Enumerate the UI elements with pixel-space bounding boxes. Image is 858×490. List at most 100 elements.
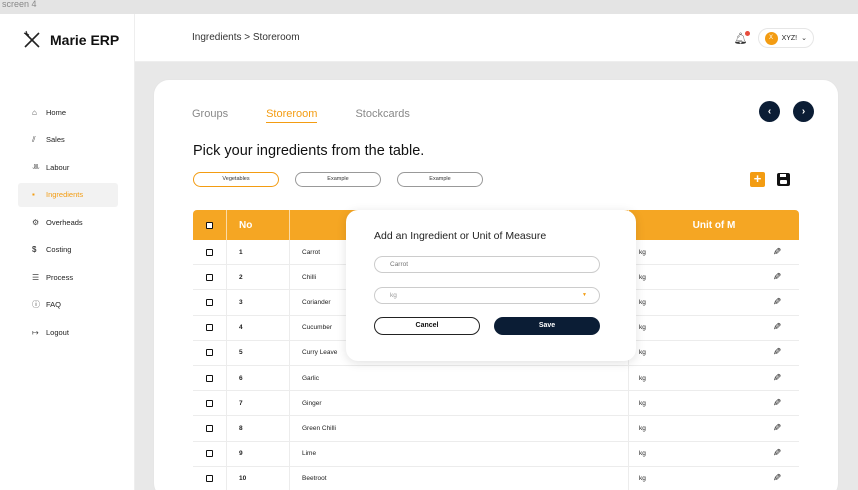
row-checkbox[interactable] <box>206 324 213 332</box>
row-select-cell <box>193 416 227 441</box>
gear-icon: ⚙ <box>32 217 40 227</box>
row-checkbox[interactable] <box>206 273 213 281</box>
row-unit-cell: kg ✎ <box>629 366 799 390</box>
row-unit-cell: kg ✎ <box>629 442 799 466</box>
row-ingredient-name: Lime <box>290 441 629 466</box>
row-checkbox[interactable] <box>206 374 213 382</box>
row-unit-cell: kg ✎ <box>629 316 799 340</box>
row-ingredient-name: Beetroot <box>290 466 629 490</box>
table-row[interactable]: 10 Beetroot kg ✎ <box>193 466 799 490</box>
next-button[interactable]: › <box>793 101 814 122</box>
sidebar-item-label: FAQ <box>46 300 62 309</box>
row-unit: kg <box>639 424 646 432</box>
row-unit: kg <box>639 324 646 332</box>
edit-pencil-icon[interactable]: ✎ <box>773 448 781 459</box>
row-select-cell <box>193 240 227 265</box>
edit-pencil-icon[interactable]: ✎ <box>773 322 781 333</box>
dollar-icon: $ <box>32 245 37 254</box>
sidebar-item-label: Logout <box>46 327 69 337</box>
chip-vegetables[interactable]: Vegetables <box>193 172 279 187</box>
row-number: 8 <box>227 416 290 441</box>
avatar: X <box>764 31 778 45</box>
sidebar-item-home[interactable]: ⌂ Home <box>18 100 118 124</box>
sidebar-nav: ⌂ Home ⫽ Sales ꔛ Labour ▪ Ingredients ⚙ Overh… <box>18 100 118 348</box>
sidebar-item-costing[interactable]: $ Costing <box>18 238 118 262</box>
add-ingredient-modal: Add an Ingredient or Unit of Measure kg … <box>346 210 636 361</box>
row-unit: kg <box>639 399 646 407</box>
sidebar-item-faq[interactable]: ⓘ FAQ <box>18 293 118 317</box>
row-checkbox[interactable] <box>206 424 213 432</box>
tab-storeroom[interactable]: Storeroom <box>266 108 318 123</box>
row-unit: kg <box>639 374 646 382</box>
top-strip: screen 4 <box>0 0 858 14</box>
row-select-cell <box>193 340 227 365</box>
sidebar-item-label: Sales <box>46 135 65 144</box>
sidebar-item-ingredients[interactable]: ▪ Ingredients <box>18 182 118 207</box>
select-all-cell <box>193 210 227 240</box>
edit-pencil-icon[interactable]: ✎ <box>773 398 781 409</box>
row-select-cell <box>193 315 227 340</box>
prev-button[interactable]: ‹ <box>759 101 780 122</box>
row-checkbox[interactable] <box>206 450 213 458</box>
row-ingredient-name: Ginger <box>290 391 629 416</box>
unit-select[interactable]: kg ▼ <box>374 287 600 304</box>
row-unit: kg <box>639 248 646 256</box>
row-number: 1 <box>227 240 290 265</box>
tab-groups[interactable]: Groups <box>192 108 228 123</box>
table-row[interactable]: 7 Ginger kg ✎ <box>193 391 799 417</box>
edit-pencil-icon[interactable]: ✎ <box>773 423 781 434</box>
tab-bar: Groups Storeroom Stockcards <box>192 108 410 123</box>
row-checkbox[interactable] <box>206 475 213 483</box>
row-unit: kg <box>639 273 646 281</box>
filter-chips: Vegetables Example Example <box>193 172 483 187</box>
add-ingredient-icon[interactable]: + <box>750 172 765 187</box>
table-row[interactable]: 8 Green Chilli kg ✎ <box>193 416 799 442</box>
edit-pencil-icon[interactable]: ✎ <box>773 373 781 384</box>
edit-pencil-icon[interactable]: ✎ <box>773 347 781 358</box>
user-menu[interactable]: X XYZ! ⌄ <box>757 28 814 48</box>
tab-stockcards[interactable]: Stockcards <box>355 108 409 123</box>
page-title: Pick your ingredients from the table. <box>193 143 425 159</box>
table-row[interactable]: 6 Garlic kg ✎ <box>193 365 799 392</box>
row-checkbox[interactable] <box>206 298 213 306</box>
row-number: 2 <box>227 265 290 290</box>
row-checkbox[interactable] <box>206 248 213 256</box>
row-select-cell <box>193 365 227 391</box>
logout-icon: ↦ <box>32 327 39 337</box>
row-ingredient-name: Green Chilli <box>290 416 629 441</box>
edit-pencil-icon[interactable]: ✎ <box>773 297 781 308</box>
sidebar-item-process[interactable]: ☰ Process <box>18 265 118 289</box>
question-icon: ⓘ <box>32 300 40 309</box>
sidebar: Marie ERP ⌂ Home ⫽ Sales ꔛ Labour ▪ Ingredie… <box>0 14 135 490</box>
row-number: 10 <box>227 466 290 490</box>
sidebar-item-overheads[interactable]: ⚙ Overheads <box>18 210 118 234</box>
notification-bell-icon[interactable]: 🔔︎ <box>734 30 750 45</box>
chip-example[interactable]: Example <box>295 172 381 187</box>
row-unit-cell: kg ✎ <box>629 290 799 314</box>
row-checkbox[interactable] <box>206 399 213 407</box>
sidebar-item-logout[interactable]: ↦ Logout <box>18 320 118 344</box>
row-number: 5 <box>227 340 290 365</box>
ingredients-icon: ▪ <box>32 190 35 199</box>
user-name: XYZ! <box>781 34 798 42</box>
chip-example[interactable]: Example <box>397 172 483 187</box>
edit-pencil-icon[interactable]: ✎ <box>773 272 781 283</box>
sidebar-item-labour[interactable]: ꔛ Labour <box>18 155 118 179</box>
sidebar-item-sales[interactable]: ⫽ Sales <box>18 128 118 152</box>
row-unit-cell: kg ✎ <box>629 240 799 264</box>
select-all-checkbox[interactable] <box>206 221 213 229</box>
row-checkbox[interactable] <box>206 349 213 357</box>
ingredient-name-input[interactable] <box>374 256 600 273</box>
app-logo[interactable]: Marie ERP <box>22 30 119 50</box>
edit-pencil-icon[interactable]: ✎ <box>773 473 781 484</box>
edit-pencil-icon[interactable]: ✎ <box>773 247 781 258</box>
row-unit-cell: kg ✎ <box>629 265 799 289</box>
table-row[interactable]: 9 Lime kg ✎ <box>193 441 799 467</box>
pager-arrows: ‹ › <box>759 101 814 122</box>
save-icon[interactable] <box>777 173 790 186</box>
header-actions: 🔔︎ X XYZ! ⌄ <box>734 28 814 48</box>
save-button[interactable]: Save <box>494 317 600 335</box>
row-select-cell <box>193 391 227 416</box>
modal-title: Add an Ingredient or Unit of Measure <box>374 230 547 242</box>
cancel-button[interactable]: Cancel <box>374 317 480 335</box>
